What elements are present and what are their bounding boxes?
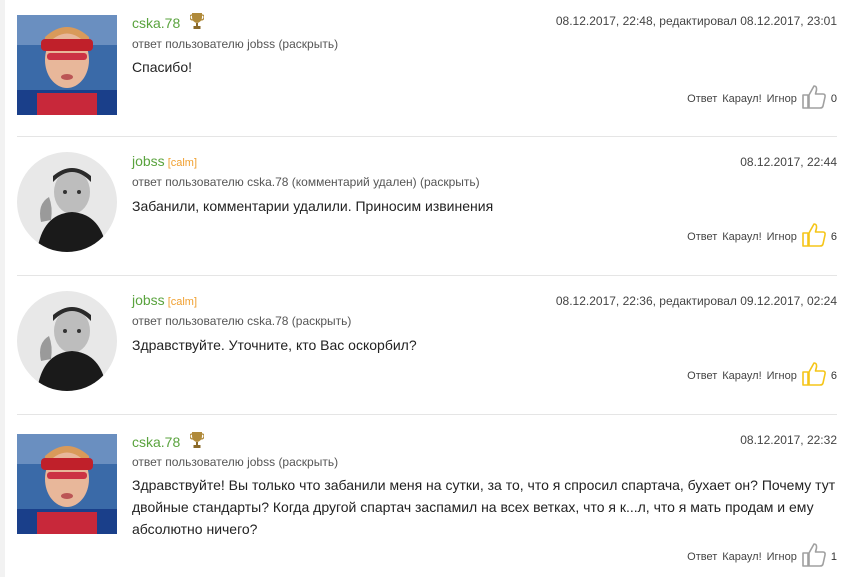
reply-to: ответ пользователю jobss (раскрыть) bbox=[132, 37, 339, 51]
trophy-icon bbox=[189, 431, 205, 452]
avatar[interactable] bbox=[17, 152, 117, 252]
thumbs-up-icon[interactable] bbox=[801, 542, 827, 571]
comment-text: Здравствуйте. Уточните, кто Вас оскорбил… bbox=[132, 337, 417, 353]
report-button[interactable]: Караул! bbox=[722, 551, 761, 563]
comment-date: 08.12.2017, 22:44 bbox=[740, 155, 837, 169]
reply-button[interactable]: Ответ bbox=[687, 370, 717, 382]
like-count: 0 bbox=[830, 92, 837, 105]
expand-link[interactable]: (раскрыть) bbox=[292, 314, 352, 328]
divider bbox=[17, 414, 837, 415]
report-button[interactable]: Караул! bbox=[722, 370, 761, 382]
divider bbox=[17, 136, 837, 137]
user-tag: [calm] bbox=[167, 157, 198, 169]
comment-actions: Ответ Караул! Игнор 6 bbox=[682, 222, 837, 251]
avatar[interactable] bbox=[17, 434, 117, 534]
thumbs-up-icon[interactable] bbox=[801, 222, 827, 251]
comment-date: 08.12.2017, 22:36, редактировал 09.12.20… bbox=[555, 294, 837, 308]
comment-author[interactable]: jobss [calm] bbox=[132, 153, 197, 169]
report-button[interactable]: Караул! bbox=[722, 231, 761, 243]
comment-text: Здравствуйте! Вы только что забанили мен… bbox=[132, 477, 836, 537]
avatar[interactable] bbox=[17, 291, 117, 391]
comment-date: 08.12.2017, 22:32 bbox=[740, 433, 837, 447]
comment-author[interactable]: jobss [calm] bbox=[132, 292, 197, 308]
comment-actions: Ответ Караул! Игнор 0 bbox=[682, 84, 837, 113]
thumbs-up-icon[interactable] bbox=[801, 361, 827, 390]
left-rule bbox=[0, 0, 5, 577]
ignore-button[interactable]: Игнор bbox=[767, 370, 797, 382]
reply-button[interactable]: Ответ bbox=[687, 231, 717, 243]
trophy-icon bbox=[189, 12, 205, 33]
like-count: 6 bbox=[830, 230, 837, 243]
like-count: 1 bbox=[830, 550, 837, 563]
ignore-button[interactable]: Игнор bbox=[767, 551, 797, 563]
comment-text: Забанили, комментарии удалили. Приносим … bbox=[132, 198, 494, 214]
reply-button[interactable]: Ответ bbox=[687, 93, 717, 105]
divider bbox=[17, 275, 837, 276]
reply-button[interactable]: Ответ bbox=[687, 551, 717, 563]
comment-text: Спасибо! bbox=[132, 59, 192, 75]
ignore-button[interactable]: Игнор bbox=[767, 231, 797, 243]
expand-link[interactable]: (раскрыть) bbox=[420, 175, 480, 189]
thumbs-up-icon[interactable] bbox=[801, 84, 827, 113]
comment-author[interactable]: cska.78 bbox=[132, 12, 205, 33]
comment-actions: Ответ Караул! Игнор 1 bbox=[682, 542, 837, 571]
comment-author[interactable]: cska.78 bbox=[132, 431, 205, 452]
like-count: 6 bbox=[830, 369, 837, 382]
comment-date: 08.12.2017, 22:48, редактировал 08.12.20… bbox=[555, 14, 837, 28]
ignore-button[interactable]: Игнор bbox=[767, 93, 797, 105]
report-button[interactable]: Караул! bbox=[722, 93, 761, 105]
reply-to: ответ пользователю jobss (раскрыть) bbox=[132, 455, 339, 469]
reply-to: ответ пользователю cska.78 (раскрыть) bbox=[132, 314, 352, 328]
reply-to: ответ пользователю cska.78 (комментарий … bbox=[132, 175, 480, 189]
comment-actions: Ответ Караул! Игнор 6 bbox=[682, 361, 837, 390]
expand-link[interactable]: (раскрыть) bbox=[278, 37, 338, 51]
avatar[interactable] bbox=[17, 15, 117, 115]
user-tag: [calm] bbox=[167, 296, 198, 308]
expand-link[interactable]: (раскрыть) bbox=[278, 455, 338, 469]
